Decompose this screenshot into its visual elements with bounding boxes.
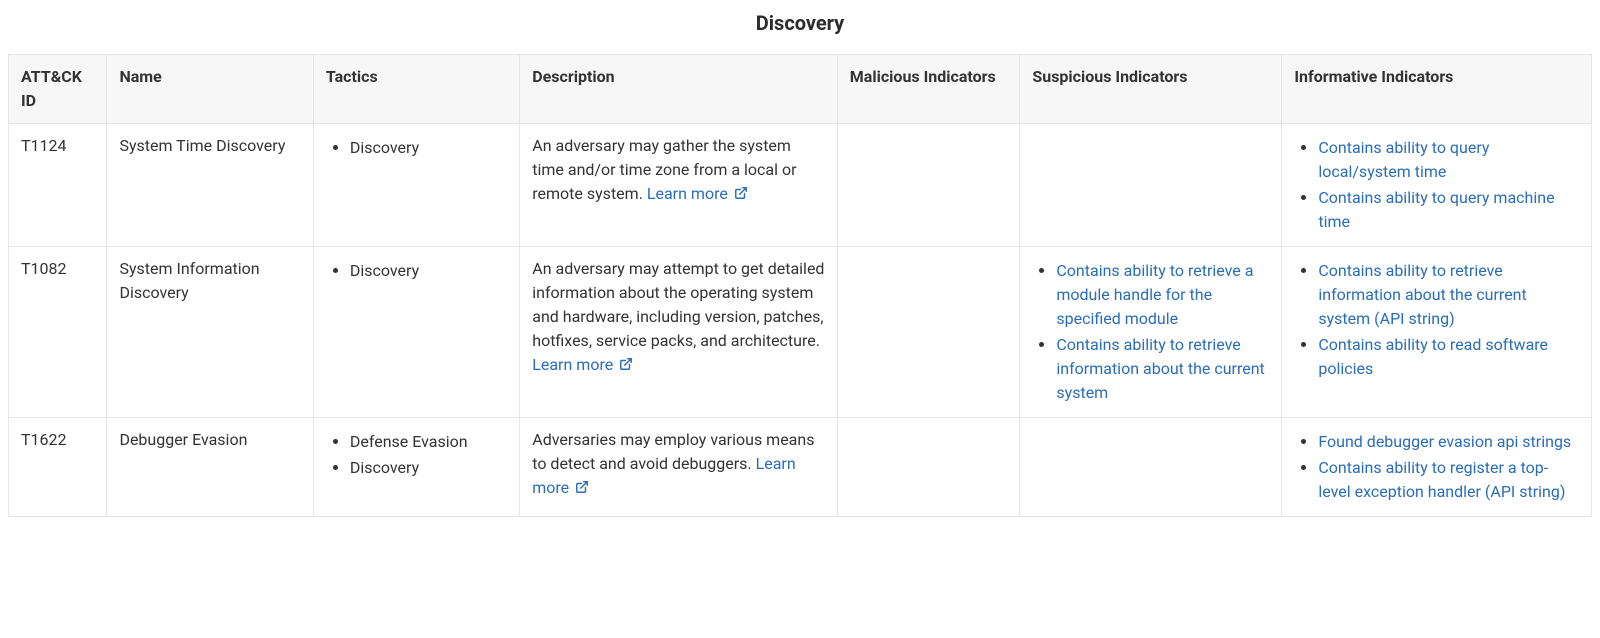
attack-id: T1124 <box>9 124 107 247</box>
description-cell: An adversary may attempt to get detailed… <box>520 247 838 418</box>
indicator-item: Contains ability to read software polici… <box>1318 333 1579 381</box>
indicator-link[interactable]: Contains ability to query local/system t… <box>1318 138 1489 181</box>
col-header-name: Name <box>107 55 313 124</box>
indicator-item: Contains ability to retrieve information… <box>1056 333 1269 405</box>
tactic-item: Discovery <box>350 259 507 283</box>
indicator-item: Found debugger evasion api strings <box>1318 430 1579 454</box>
table-row: T1124System Time Discovery Discovery An ad… <box>9 124 1592 247</box>
indicator-link[interactable]: Contains ability to retrieve information… <box>1056 335 1264 402</box>
tactics-cell: Discovery <box>313 124 519 247</box>
attack-id: T1622 <box>9 418 107 517</box>
indicator-item: Contains ability to retrieve a module ha… <box>1056 259 1269 331</box>
col-header-malicious: Malicious Indicators <box>837 55 1020 124</box>
learn-more-label: Learn more <box>647 184 728 203</box>
col-header-suspicious: Suspicious Indicators <box>1020 55 1282 124</box>
col-header-tactics: Tactics <box>313 55 519 124</box>
col-header-description: Description <box>520 55 838 124</box>
indicator-item: Contains ability to query machine time <box>1318 186 1579 234</box>
informative-indicators: Contains ability to retrieve information… <box>1282 247 1592 418</box>
suspicious-indicators-list: Contains ability to retrieve a module ha… <box>1032 259 1269 405</box>
tactic-item: Discovery <box>350 456 507 480</box>
description-cell: Adversaries may employ various means to … <box>520 418 838 517</box>
attack-id: T1082 <box>9 247 107 418</box>
malicious-indicators <box>837 418 1020 517</box>
col-header-informative: Informative Indicators <box>1282 55 1592 124</box>
technique-name: System Information Discovery <box>107 247 313 418</box>
informative-indicators: Contains ability to query local/system t… <box>1282 124 1592 247</box>
description-text: An adversary may attempt to get detailed… <box>532 259 824 350</box>
technique-name: Debugger Evasion <box>107 418 313 517</box>
suspicious-indicators <box>1020 418 1282 517</box>
table-row: T1622Debugger Evasion Defense EvasionDisc… <box>9 418 1592 517</box>
external-link-icon <box>734 183 748 207</box>
learn-more-link[interactable]: Learn more <box>532 355 633 374</box>
col-header-id: ATT&CK ID <box>9 55 107 124</box>
attack-table: ATT&CK ID Name Tactics Description Malic… <box>8 54 1592 517</box>
section-title: Discovery <box>8 8 1592 38</box>
tactics-list: Defense EvasionDiscovery <box>326 430 507 480</box>
indicator-item: Contains ability to retrieve information… <box>1318 259 1579 331</box>
indicator-item: Contains ability to register a top-level… <box>1318 456 1579 504</box>
tactics-cell: Discovery <box>313 247 519 418</box>
informative-indicators: Found debugger evasion api strings Contai… <box>1282 418 1592 517</box>
technique-name: System Time Discovery <box>107 124 313 247</box>
suspicious-indicators <box>1020 124 1282 247</box>
indicator-link[interactable]: Found debugger evasion api strings <box>1318 432 1571 451</box>
tactic-item: Defense Evasion <box>350 430 507 454</box>
table-row: T1082System Information Discovery Discove… <box>9 247 1592 418</box>
indicator-link[interactable]: Contains ability to retrieve information… <box>1318 261 1526 328</box>
description-cell: An adversary may gather the system time … <box>520 124 838 247</box>
external-link-icon <box>619 354 633 378</box>
malicious-indicators <box>837 247 1020 418</box>
learn-more-link[interactable]: Learn more <box>647 184 748 203</box>
indicator-link[interactable]: Contains ability to query machine time <box>1318 188 1554 231</box>
informative-indicators-list: Contains ability to query local/system t… <box>1294 136 1579 234</box>
informative-indicators-list: Contains ability to retrieve information… <box>1294 259 1579 381</box>
indicator-link[interactable]: Contains ability to retrieve a module ha… <box>1056 261 1253 328</box>
suspicious-indicators: Contains ability to retrieve a module ha… <box>1020 247 1282 418</box>
learn-more-label: Learn more <box>532 355 613 374</box>
tactics-cell: Defense EvasionDiscovery <box>313 418 519 517</box>
tactics-list: Discovery <box>326 136 507 160</box>
tactics-list: Discovery <box>326 259 507 283</box>
external-link-icon <box>575 477 589 501</box>
indicator-link[interactable]: Contains ability to register a top-level… <box>1318 458 1565 501</box>
tactic-item: Discovery <box>350 136 507 160</box>
indicator-item: Contains ability to query local/system t… <box>1318 136 1579 184</box>
malicious-indicators <box>837 124 1020 247</box>
indicator-link[interactable]: Contains ability to read software polici… <box>1318 335 1548 378</box>
informative-indicators-list: Found debugger evasion api strings Contai… <box>1294 430 1579 504</box>
